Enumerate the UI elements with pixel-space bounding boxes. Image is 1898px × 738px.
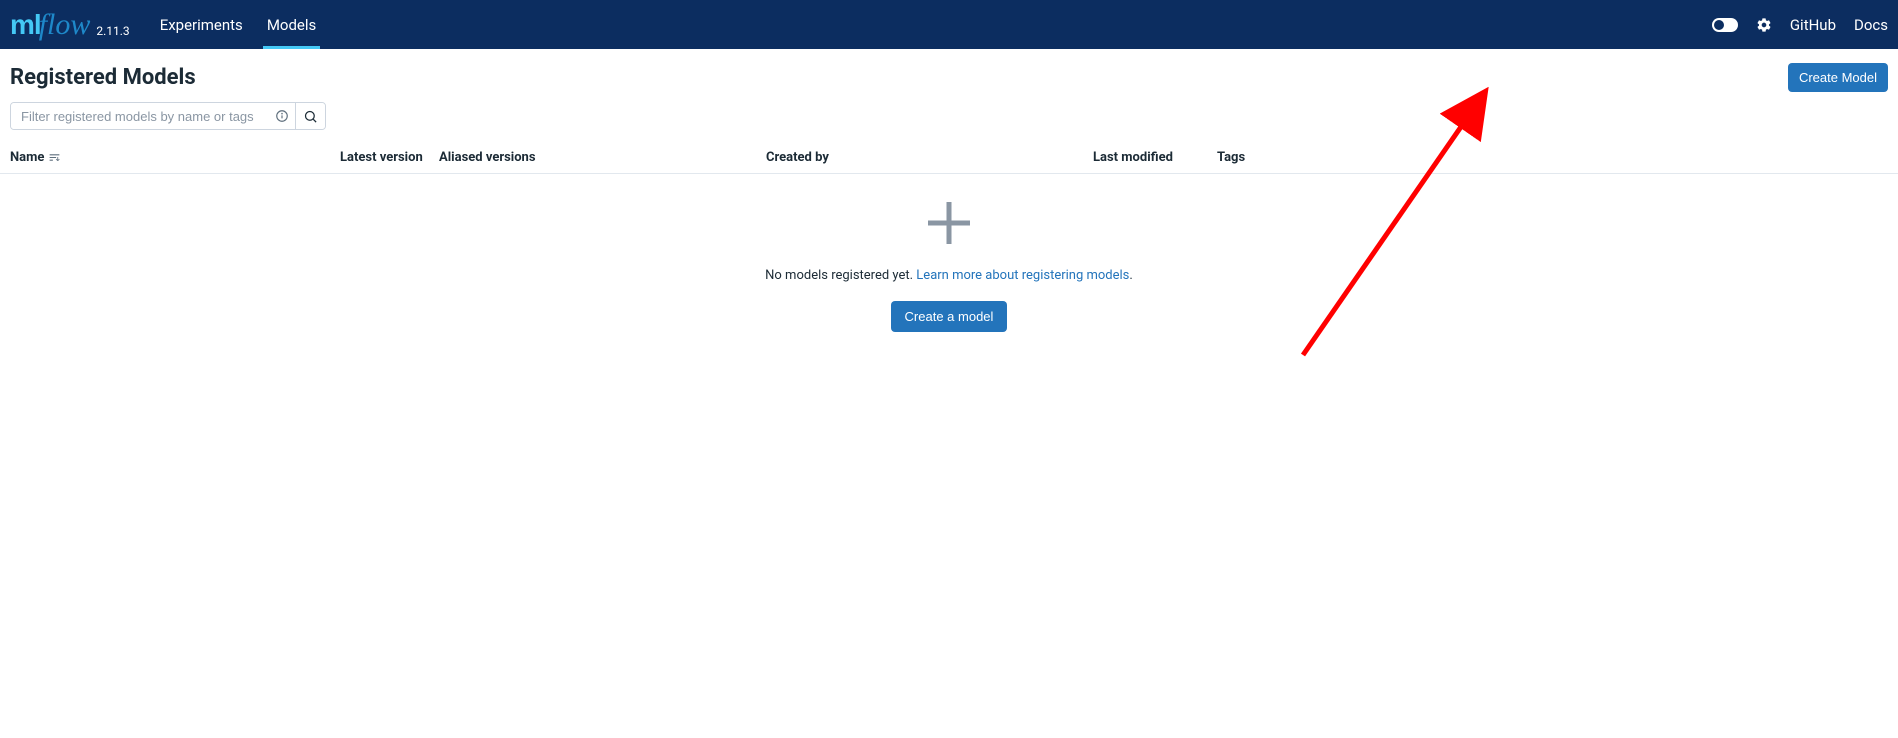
- github-link[interactable]: GitHub: [1790, 16, 1836, 34]
- create-a-model-button[interactable]: Create a model: [891, 301, 1008, 332]
- page-title: Registered Models: [10, 65, 196, 90]
- toggle-knob: [1714, 20, 1724, 30]
- docs-link[interactable]: Docs: [1854, 16, 1888, 34]
- column-created-by[interactable]: Created by: [766, 150, 1093, 165]
- empty-text-prefix: No models registered yet.: [765, 268, 916, 283]
- filter-group: [10, 102, 326, 130]
- header-right: GitHub Docs: [1712, 16, 1888, 34]
- column-aliased-versions[interactable]: Aliased versions: [439, 150, 766, 165]
- search-button[interactable]: [295, 103, 325, 129]
- mlflow-logo[interactable]: ml flow 2.11.3: [10, 8, 130, 42]
- filter-input[interactable]: [11, 103, 275, 129]
- learn-more-link[interactable]: Learn more about registering models: [916, 268, 1129, 283]
- logo-ml-text: ml: [10, 9, 41, 41]
- empty-state: No models registered yet. Learn more abo…: [0, 174, 1898, 332]
- page-header: Registered Models Create Model: [0, 49, 1898, 102]
- column-latest-version[interactable]: Latest version: [340, 150, 439, 165]
- logo-version: 2.11.3: [96, 24, 129, 42]
- empty-text-period: .: [1129, 268, 1132, 283]
- sort-asc-icon: [48, 151, 61, 164]
- info-icon-wrap: [275, 103, 295, 129]
- column-tags[interactable]: Tags: [1217, 150, 1888, 165]
- info-icon[interactable]: [275, 109, 289, 123]
- logo-flow-text: flow: [39, 8, 91, 42]
- search-icon: [303, 109, 318, 124]
- nav-tabs: Experiments Models: [148, 0, 329, 49]
- create-model-button[interactable]: Create Model: [1788, 63, 1888, 92]
- table-header: Name Latest version Aliased versions Cre…: [0, 142, 1898, 174]
- tab-experiments[interactable]: Experiments: [148, 0, 255, 49]
- empty-text: No models registered yet. Learn more abo…: [765, 268, 1133, 283]
- header-left: ml flow 2.11.3 Experiments Models: [10, 0, 328, 49]
- filter-row: [0, 102, 1898, 142]
- theme-toggle[interactable]: [1712, 18, 1738, 32]
- gear-icon[interactable]: [1756, 17, 1772, 33]
- plus-icon: [924, 198, 974, 248]
- app-header: ml flow 2.11.3 Experiments Models GitHub…: [0, 0, 1898, 49]
- column-last-modified[interactable]: Last modified: [1093, 150, 1217, 165]
- column-name-label: Name: [10, 150, 44, 165]
- column-name[interactable]: Name: [10, 150, 340, 165]
- tab-models[interactable]: Models: [255, 0, 328, 49]
